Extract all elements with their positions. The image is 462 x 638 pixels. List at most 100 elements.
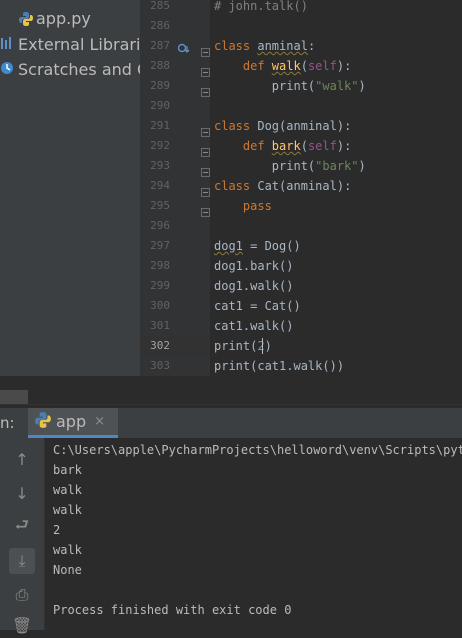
code-token: self — [307, 139, 337, 153]
text-caret — [262, 338, 263, 354]
code-token: Cat — [257, 179, 280, 193]
scroll-to-end-icon[interactable]: ⤓ — [9, 548, 35, 574]
code-token: dog1.walk() — [214, 279, 294, 293]
code-line: def walk(self): — [214, 56, 351, 76]
code-line: dog1.bark() — [214, 256, 293, 276]
code-line: dog1 = Dog() — [214, 236, 301, 256]
line-number: 292 — [150, 139, 170, 152]
console-line: walk — [53, 503, 82, 517]
soft-wrap-icon[interactable]: ⮐ — [9, 514, 35, 540]
code-token: cat1 = Cat() — [214, 299, 301, 313]
code-token: ) — [358, 79, 366, 93]
print-icon[interactable]: ⎙ — [9, 582, 35, 608]
code-token: def — [214, 59, 272, 73]
line-number: 287 — [150, 39, 170, 52]
code-line: pass — [214, 196, 272, 216]
override-marker-icon[interactable] — [177, 40, 190, 59]
code-token: (anminal): — [279, 179, 352, 193]
tab-app[interactable]: app × — [28, 408, 118, 438]
line-number: 299 — [150, 279, 170, 292]
code-token: self — [307, 59, 337, 73]
code-token: ( — [300, 59, 308, 73]
line-number: 289 — [150, 79, 170, 92]
tree-item-app-py[interactable]: app.py — [18, 7, 91, 29]
code-line: class Dog(anminal): — [214, 116, 351, 136]
code-token: anminal — [257, 39, 308, 53]
code-line: cat1.walk() — [214, 316, 293, 336]
trash-icon[interactable]: 🗑 — [9, 612, 35, 638]
line-number: 285 — [150, 0, 170, 12]
code-token: ) — [358, 159, 366, 173]
code-line: cat1 = Cat() — [214, 296, 301, 316]
code-token: Dog — [257, 119, 280, 133]
scratches-icon — [0, 60, 14, 79]
code-token: ): — [336, 59, 352, 73]
tree-item-external-libraries[interactable]: External Libraries — [0, 33, 140, 55]
code-line: class Cat(anminal): — [214, 176, 351, 196]
code-token: "walk" — [315, 79, 359, 93]
console-line: C:\Users\apple\PycharmProjects\helloword… — [53, 443, 462, 457]
code-token: print(cat1.walk()) — [214, 359, 345, 373]
code-token: : — [307, 39, 316, 53]
code-line: class anminal: — [214, 36, 315, 56]
fold-icon[interactable] — [201, 142, 210, 157]
fold-icon[interactable] — [201, 182, 210, 197]
tree-item-label: app.py — [36, 8, 91, 28]
fold-icon[interactable] — [201, 82, 210, 97]
line-number: 300 — [150, 299, 170, 312]
tree-item-label: External Libraries — [18, 34, 140, 54]
tree-item-label: Scratches and Consoles — [18, 59, 140, 79]
code-token: walk — [271, 59, 301, 73]
code-line: print(cat1.walk()) — [214, 356, 344, 376]
code-token: ( — [300, 139, 308, 153]
code-line: print(2) — [214, 336, 272, 356]
fold-icon[interactable] — [201, 62, 210, 77]
code-line: dog1.walk() — [214, 276, 293, 296]
code-token: cat1.walk() — [214, 319, 294, 333]
code-line: # john.talk() — [214, 0, 308, 16]
line-number: 294 — [150, 179, 170, 192]
code-token: pass — [214, 199, 272, 213]
console-line: walk — [53, 483, 82, 497]
console-output[interactable]: C:\Users\apple\PycharmProjects\helloword… — [45, 438, 462, 630]
console-line: None — [53, 563, 82, 577]
line-number: 301 — [150, 319, 170, 332]
fold-icon[interactable] — [201, 162, 210, 177]
console-line: walk — [53, 543, 82, 557]
editor-horizontal-scrollbar[interactable] — [0, 376, 462, 404]
line-number: 286 — [150, 19, 170, 32]
run-tool-window-header: n: app × — [0, 408, 462, 439]
code-editor[interactable]: # john.talk() class anminal: def walk(sel… — [210, 0, 462, 376]
tab-label: app — [56, 412, 87, 431]
code-token: ) — [264, 339, 272, 353]
line-number: 298 — [150, 259, 170, 272]
code-line: print("walk") — [214, 76, 366, 96]
code-token: class — [214, 119, 258, 133]
scrollbar-thumb[interactable] — [0, 390, 28, 404]
project-sidebar: app.py External Libraries Scratches and … — [0, 0, 140, 404]
fold-icon[interactable] — [201, 202, 210, 217]
fold-icon[interactable] — [201, 122, 210, 137]
run-label: n: — [0, 414, 15, 432]
arrow-up-icon[interactable]: ↑ — [9, 446, 35, 472]
code-line: print("bark") — [214, 156, 366, 176]
arrow-down-icon[interactable]: ↓ — [9, 480, 35, 506]
fold-icon[interactable] — [201, 42, 210, 57]
line-number: 303 — [150, 359, 170, 372]
code-token: class — [214, 39, 258, 53]
line-number: 293 — [150, 159, 170, 172]
line-number: 290 — [150, 99, 170, 112]
run-toolbar: ↑ ↓ ⮐ ⤓ ⎙ 🗑 — [0, 438, 45, 635]
code-token: dog1 — [214, 239, 243, 253]
line-number: 297 — [150, 239, 170, 252]
tree-item-scratches[interactable]: Scratches and Consoles — [0, 58, 140, 80]
code-token: dog1.bark() — [214, 259, 294, 273]
line-number: 291 — [150, 119, 170, 132]
code-token: (anminal): — [279, 119, 352, 133]
python-run-icon — [34, 411, 52, 433]
code-token: "bark" — [315, 159, 359, 173]
close-icon[interactable]: × — [94, 414, 105, 429]
line-number: 302 — [150, 339, 170, 352]
code-token: = Dog() — [242, 239, 301, 253]
code-token: bark — [271, 139, 301, 153]
